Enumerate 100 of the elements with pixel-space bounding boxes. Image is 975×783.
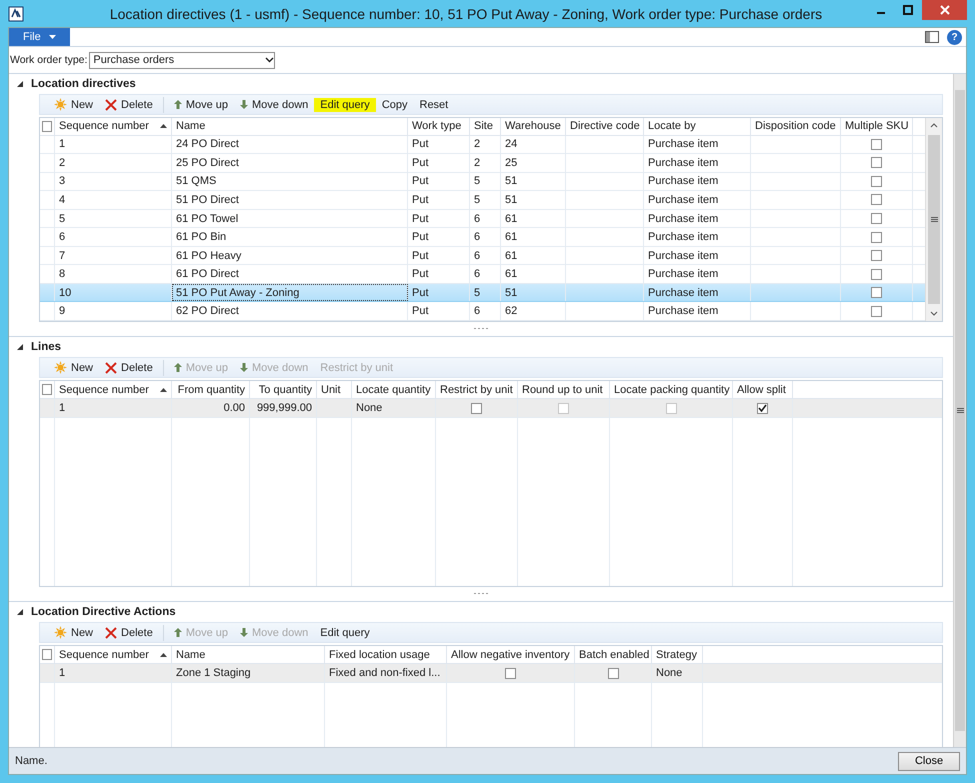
- sun-icon: [54, 361, 67, 374]
- checkbox[interactable]: [42, 649, 52, 660]
- sort-ascending-icon: [160, 652, 167, 656]
- scrollbar[interactable]: [953, 74, 966, 747]
- help-button[interactable]: ?: [947, 30, 962, 44]
- collapse-icon[interactable]: [17, 344, 23, 350]
- column-header[interactable]: Allow split: [733, 381, 793, 398]
- table-cell: 7: [55, 246, 172, 264]
- splitter-handle-icon[interactable]: [474, 593, 488, 595]
- column-header[interactable]: Multiple SKU: [841, 118, 913, 135]
- checkbox[interactable]: [871, 268, 882, 280]
- table-cell: 51 PO Direct: [172, 191, 408, 209]
- checkbox[interactable]: [871, 176, 882, 187]
- column-header[interactable]: Locate packing quantity: [610, 381, 733, 398]
- checkbox[interactable]: [42, 384, 52, 395]
- table-cell: 51 PO Put Away - Zoning: [172, 284, 408, 302]
- table-cell: None: [652, 664, 703, 682]
- close-button[interactable]: Close: [898, 752, 960, 770]
- column-header[interactable]: Round up to unit: [518, 381, 610, 398]
- toolbar-button[interactable]: New: [48, 360, 100, 375]
- checkbox[interactable]: [42, 120, 52, 132]
- table-cell: Put: [408, 284, 470, 302]
- column-header[interactable]: To quantity: [250, 381, 317, 398]
- collapse-icon[interactable]: [17, 80, 23, 86]
- table-cell: 24: [501, 136, 566, 154]
- toolbar-button[interactable]: Reset: [414, 98, 454, 112]
- checkbox[interactable]: [471, 402, 482, 414]
- table-cell: Purchase item: [644, 284, 751, 302]
- column-header[interactable]: Directive code: [566, 118, 644, 135]
- field-label: Work order type:: [10, 54, 88, 66]
- table-cell: 51 QMS: [172, 172, 408, 190]
- column-header[interactable]: Locate quantity: [352, 381, 436, 398]
- table-cell: Put: [408, 172, 470, 190]
- table-cell: 51: [501, 172, 566, 190]
- checkbox[interactable]: [871, 250, 882, 262]
- delete-icon: [105, 362, 118, 374]
- table-cell: 51: [501, 284, 566, 302]
- app-icon: [8, 6, 24, 22]
- toolbar-button[interactable]: Copy: [376, 98, 414, 112]
- column-header[interactable]: Locate by: [644, 118, 751, 135]
- arrow-down-icon: [240, 100, 248, 109]
- checkbox[interactable]: [757, 402, 768, 414]
- toolbar-button[interactable]: Delete: [99, 626, 159, 640]
- table-cell: 61 PO Bin: [172, 228, 408, 246]
- table-cell: 6: [470, 265, 501, 283]
- window-title: Location directives (1 - usmf) - Sequence number: 10, 51 PO Put Away - Zoning, Work order type: Purchase orders: [108, 6, 824, 22]
- checkbox[interactable]: [871, 306, 882, 317]
- checkbox[interactable]: [871, 157, 882, 168]
- checkbox[interactable]: [608, 668, 618, 678]
- checkbox[interactable]: [871, 232, 882, 243]
- close-button[interactable]: [922, 0, 967, 20]
- column-header[interactable]: Fixed location usage: [325, 646, 447, 663]
- column-header[interactable]: Sequence number: [55, 118, 172, 135]
- column-header[interactable]: From quantity: [172, 381, 250, 398]
- column-header[interactable]: Strategy: [652, 646, 703, 663]
- table-cell: 62: [501, 302, 566, 320]
- table-cell: 61: [501, 246, 566, 264]
- toolbar-button[interactable]: Delete: [99, 360, 159, 374]
- table-cell: Purchase item: [644, 210, 751, 228]
- scrollbar[interactable]: [925, 118, 942, 321]
- toolbar-button[interactable]: Move up: [168, 98, 234, 112]
- column-header[interactable]: Name: [172, 118, 408, 135]
- table-cell: Purchase item: [644, 302, 751, 320]
- grip-icon[interactable]: [930, 217, 938, 222]
- column-header[interactable]: Name: [172, 646, 325, 663]
- work-order-type-dropdown[interactable]: Purchase orders: [89, 52, 276, 68]
- chevron-down-icon: [265, 57, 274, 63]
- toolbar-button[interactable]: Edit query: [314, 626, 376, 640]
- arrow-up-icon: [174, 100, 182, 109]
- toolbar-button[interactable]: Delete: [99, 98, 159, 112]
- column-header[interactable]: Batch enabled: [575, 646, 652, 663]
- table-cell: 61: [501, 210, 566, 228]
- caret-icon: [48, 35, 56, 39]
- grip-icon[interactable]: [956, 408, 964, 413]
- file-menu[interactable]: File: [9, 28, 70, 46]
- toolbar-button[interactable]: Move down: [234, 98, 314, 112]
- column-header[interactable]: Sequence number: [55, 381, 172, 398]
- column-header[interactable]: Unit: [317, 381, 352, 398]
- status-text: Name.: [15, 755, 48, 767]
- table-cell: 5: [470, 191, 501, 209]
- checkbox[interactable]: [505, 668, 516, 678]
- checkbox[interactable]: [871, 287, 882, 298]
- collapse-icon[interactable]: [17, 608, 23, 614]
- table-cell: Fixed and non-fixed l...: [325, 664, 447, 682]
- column-header[interactable]: Site: [470, 118, 501, 135]
- toolbar-button[interactable]: Edit query: [314, 98, 376, 112]
- toolbar-button[interactable]: New: [48, 97, 100, 112]
- checkbox[interactable]: [871, 194, 882, 206]
- panel-icon[interactable]: [925, 31, 939, 43]
- checkbox[interactable]: [871, 138, 882, 150]
- checkbox[interactable]: [871, 213, 882, 224]
- column-header[interactable]: Work type: [408, 118, 470, 135]
- splitter-handle-icon[interactable]: [474, 328, 488, 330]
- column-header[interactable]: Warehouse: [501, 118, 566, 135]
- column-header[interactable]: Sequence number: [55, 646, 172, 663]
- table-cell: 6: [55, 228, 172, 246]
- column-header[interactable]: Restrict by unit: [436, 381, 518, 398]
- toolbar-button[interactable]: New: [48, 625, 100, 640]
- column-header[interactable]: Disposition code: [751, 118, 841, 135]
- column-header[interactable]: Allow negative inventory: [447, 646, 575, 663]
